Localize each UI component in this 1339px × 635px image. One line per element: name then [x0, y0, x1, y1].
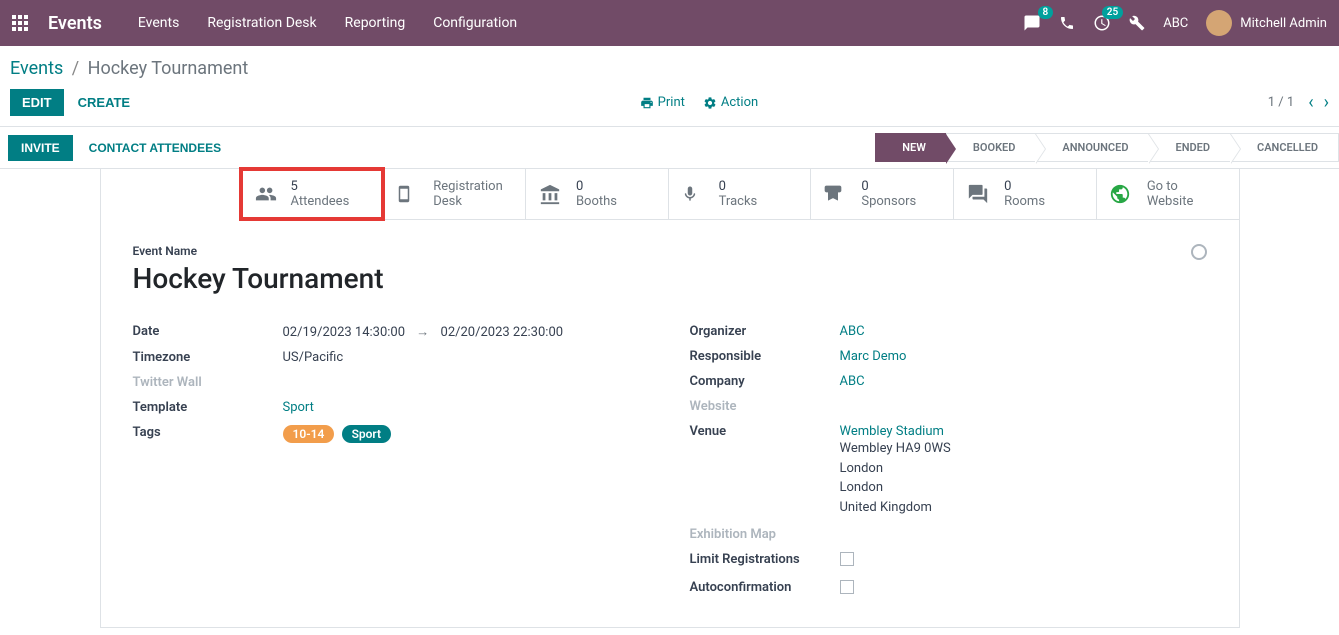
form-sheet: 5 Attendees Registration Desk 0 Booths — [100, 169, 1240, 628]
tag-item[interactable]: 10-14 — [283, 425, 335, 443]
pager-prev[interactable]: ‹ — [1308, 92, 1313, 113]
building-icon — [538, 183, 564, 205]
label-exhibition-map: Exhibition Map — [690, 527, 840, 542]
globe-icon — [1109, 183, 1135, 205]
label-limit-registrations: Limit Registrations — [690, 552, 840, 570]
stage-ended[interactable]: ENDED — [1148, 133, 1231, 162]
label-venue: Venue — [690, 424, 840, 517]
field-website — [840, 399, 1207, 414]
user-name: Mitchell Admin — [1240, 16, 1327, 31]
label-responsible: Responsible — [690, 349, 840, 364]
field-template[interactable]: Sport — [283, 400, 650, 415]
stat-attendees[interactable]: 5 Attendees — [241, 169, 384, 219]
stage-cancelled[interactable]: CANCELLED — [1230, 133, 1339, 162]
activities-icon[interactable]: 25 — [1093, 14, 1111, 32]
gear-icon — [703, 96, 717, 110]
stat-attendees-label: Attendees — [291, 194, 350, 209]
field-tags: 10-14 Sport — [283, 425, 650, 443]
stat-attendees-count: 5 — [291, 179, 350, 194]
label-autoconfirmation: Autoconfirmation — [690, 580, 840, 598]
activities-badge: 25 — [1102, 6, 1123, 19]
nav-menu: Events Registration Desk Reporting Confi… — [138, 15, 517, 31]
checkbox-limit[interactable] — [840, 552, 854, 566]
avatar — [1206, 10, 1232, 36]
label-organizer: Organizer — [690, 324, 840, 339]
field-organizer[interactable]: ABC — [840, 324, 1207, 339]
field-responsible[interactable]: Marc Demo — [840, 349, 1207, 364]
mobile-icon — [395, 183, 421, 205]
field-timezone: US/Pacific — [283, 350, 650, 365]
label-twitter-wall: Twitter Wall — [133, 375, 283, 390]
label-tags: Tags — [133, 425, 283, 443]
chat-icon — [966, 183, 992, 205]
nav-menu-reporting[interactable]: Reporting — [345, 15, 406, 31]
event-title: Hockey Tournament — [133, 262, 1207, 295]
status-bar: INVITE CONTACT ATTENDEES NEW BOOKED ANNO… — [0, 127, 1339, 169]
breadcrumb-sep: / — [72, 58, 79, 79]
form-col-right: Organizer ABC Responsible Marc Demo Comp… — [690, 319, 1207, 603]
form-col-left: Date 02/19/2023 14:30:00 → 02/20/2023 22… — [133, 319, 650, 603]
stat-booths[interactable]: 0 Booths — [526, 169, 669, 219]
microphone-icon — [681, 183, 707, 205]
action-button[interactable]: Action — [703, 95, 758, 110]
company-selector[interactable]: ABC — [1163, 16, 1188, 31]
stage-announced[interactable]: ANNOUNCED — [1035, 133, 1149, 162]
control-panel: EDIT CREATE Print Action 1 / 1 ‹ › — [0, 83, 1339, 127]
stat-website[interactable]: Go to Website — [1097, 169, 1239, 219]
stat-rooms[interactable]: 0 Rooms — [954, 169, 1097, 219]
kanban-state-dot[interactable] — [1191, 244, 1207, 260]
venue-name[interactable]: Wembley Stadium — [840, 424, 944, 439]
breadcrumb-bar: Events / Hockey Tournament — [0, 46, 1339, 83]
stat-sponsors[interactable]: 0 Sponsors — [811, 169, 954, 219]
apps-icon[interactable] — [12, 15, 28, 31]
stat-buttons: 5 Attendees Registration Desk 0 Booths — [241, 169, 1239, 220]
app-brand[interactable]: Events — [48, 13, 102, 34]
stage-pipeline: NEW BOOKED ANNOUNCED ENDED CANCELLED — [876, 133, 1339, 162]
stat-registration-desk[interactable]: Registration Desk — [383, 169, 526, 219]
users-icon — [253, 183, 279, 205]
top-navbar: Events Events Registration Desk Reportin… — [0, 0, 1339, 46]
label-website: Website — [690, 399, 840, 414]
breadcrumb: Events / Hockey Tournament — [10, 58, 248, 79]
stage-booked[interactable]: BOOKED — [946, 133, 1037, 162]
badge-icon — [823, 183, 849, 205]
nav-menu-registration-desk[interactable]: Registration Desk — [207, 15, 316, 31]
field-autoconfirmation — [840, 580, 1207, 598]
label-timezone: Timezone — [133, 350, 283, 365]
label-company: Company — [690, 374, 840, 389]
checkbox-autoconfirm[interactable] — [840, 580, 854, 594]
label-date: Date — [133, 324, 283, 340]
stage-new[interactable]: NEW — [875, 133, 947, 162]
field-date: 02/19/2023 14:30:00 → 02/20/2023 22:30:0… — [283, 324, 650, 340]
breadcrumb-current: Hockey Tournament — [88, 58, 249, 79]
arrow-right-icon: → — [416, 325, 429, 340]
phone-icon[interactable] — [1059, 15, 1075, 31]
pager-text[interactable]: 1 / 1 — [1268, 95, 1294, 110]
field-limit-registrations — [840, 552, 1207, 570]
contact-attendees-button[interactable]: CONTACT ATTENDEES — [89, 141, 221, 155]
field-twitter-wall — [283, 375, 650, 390]
invite-button[interactable]: INVITE — [8, 135, 73, 161]
breadcrumb-root[interactable]: Events — [10, 58, 63, 79]
event-name-label: Event Name — [133, 244, 1207, 258]
label-template: Template — [133, 400, 283, 415]
messages-icon[interactable]: 8 — [1023, 14, 1041, 32]
tag-item[interactable]: Sport — [342, 425, 392, 443]
field-venue: Wembley Stadium Wembley HA9 0WS London L… — [840, 424, 1207, 517]
create-button[interactable]: CREATE — [78, 95, 130, 110]
user-menu[interactable]: Mitchell Admin — [1206, 10, 1327, 36]
edit-button[interactable]: EDIT — [10, 89, 64, 116]
form-content: Event Name Hockey Tournament Date 02/19/… — [101, 220, 1239, 627]
pager-next[interactable]: › — [1324, 92, 1329, 113]
field-company[interactable]: ABC — [840, 374, 1207, 389]
print-icon — [640, 96, 654, 110]
debug-icon[interactable] — [1129, 15, 1145, 31]
nav-menu-configuration[interactable]: Configuration — [433, 15, 517, 31]
messages-badge: 8 — [1038, 6, 1054, 19]
field-exhibition-map — [840, 527, 1207, 542]
print-button[interactable]: Print — [640, 95, 685, 110]
stat-tracks[interactable]: 0 Tracks — [669, 169, 812, 219]
nav-menu-events[interactable]: Events — [138, 15, 179, 31]
